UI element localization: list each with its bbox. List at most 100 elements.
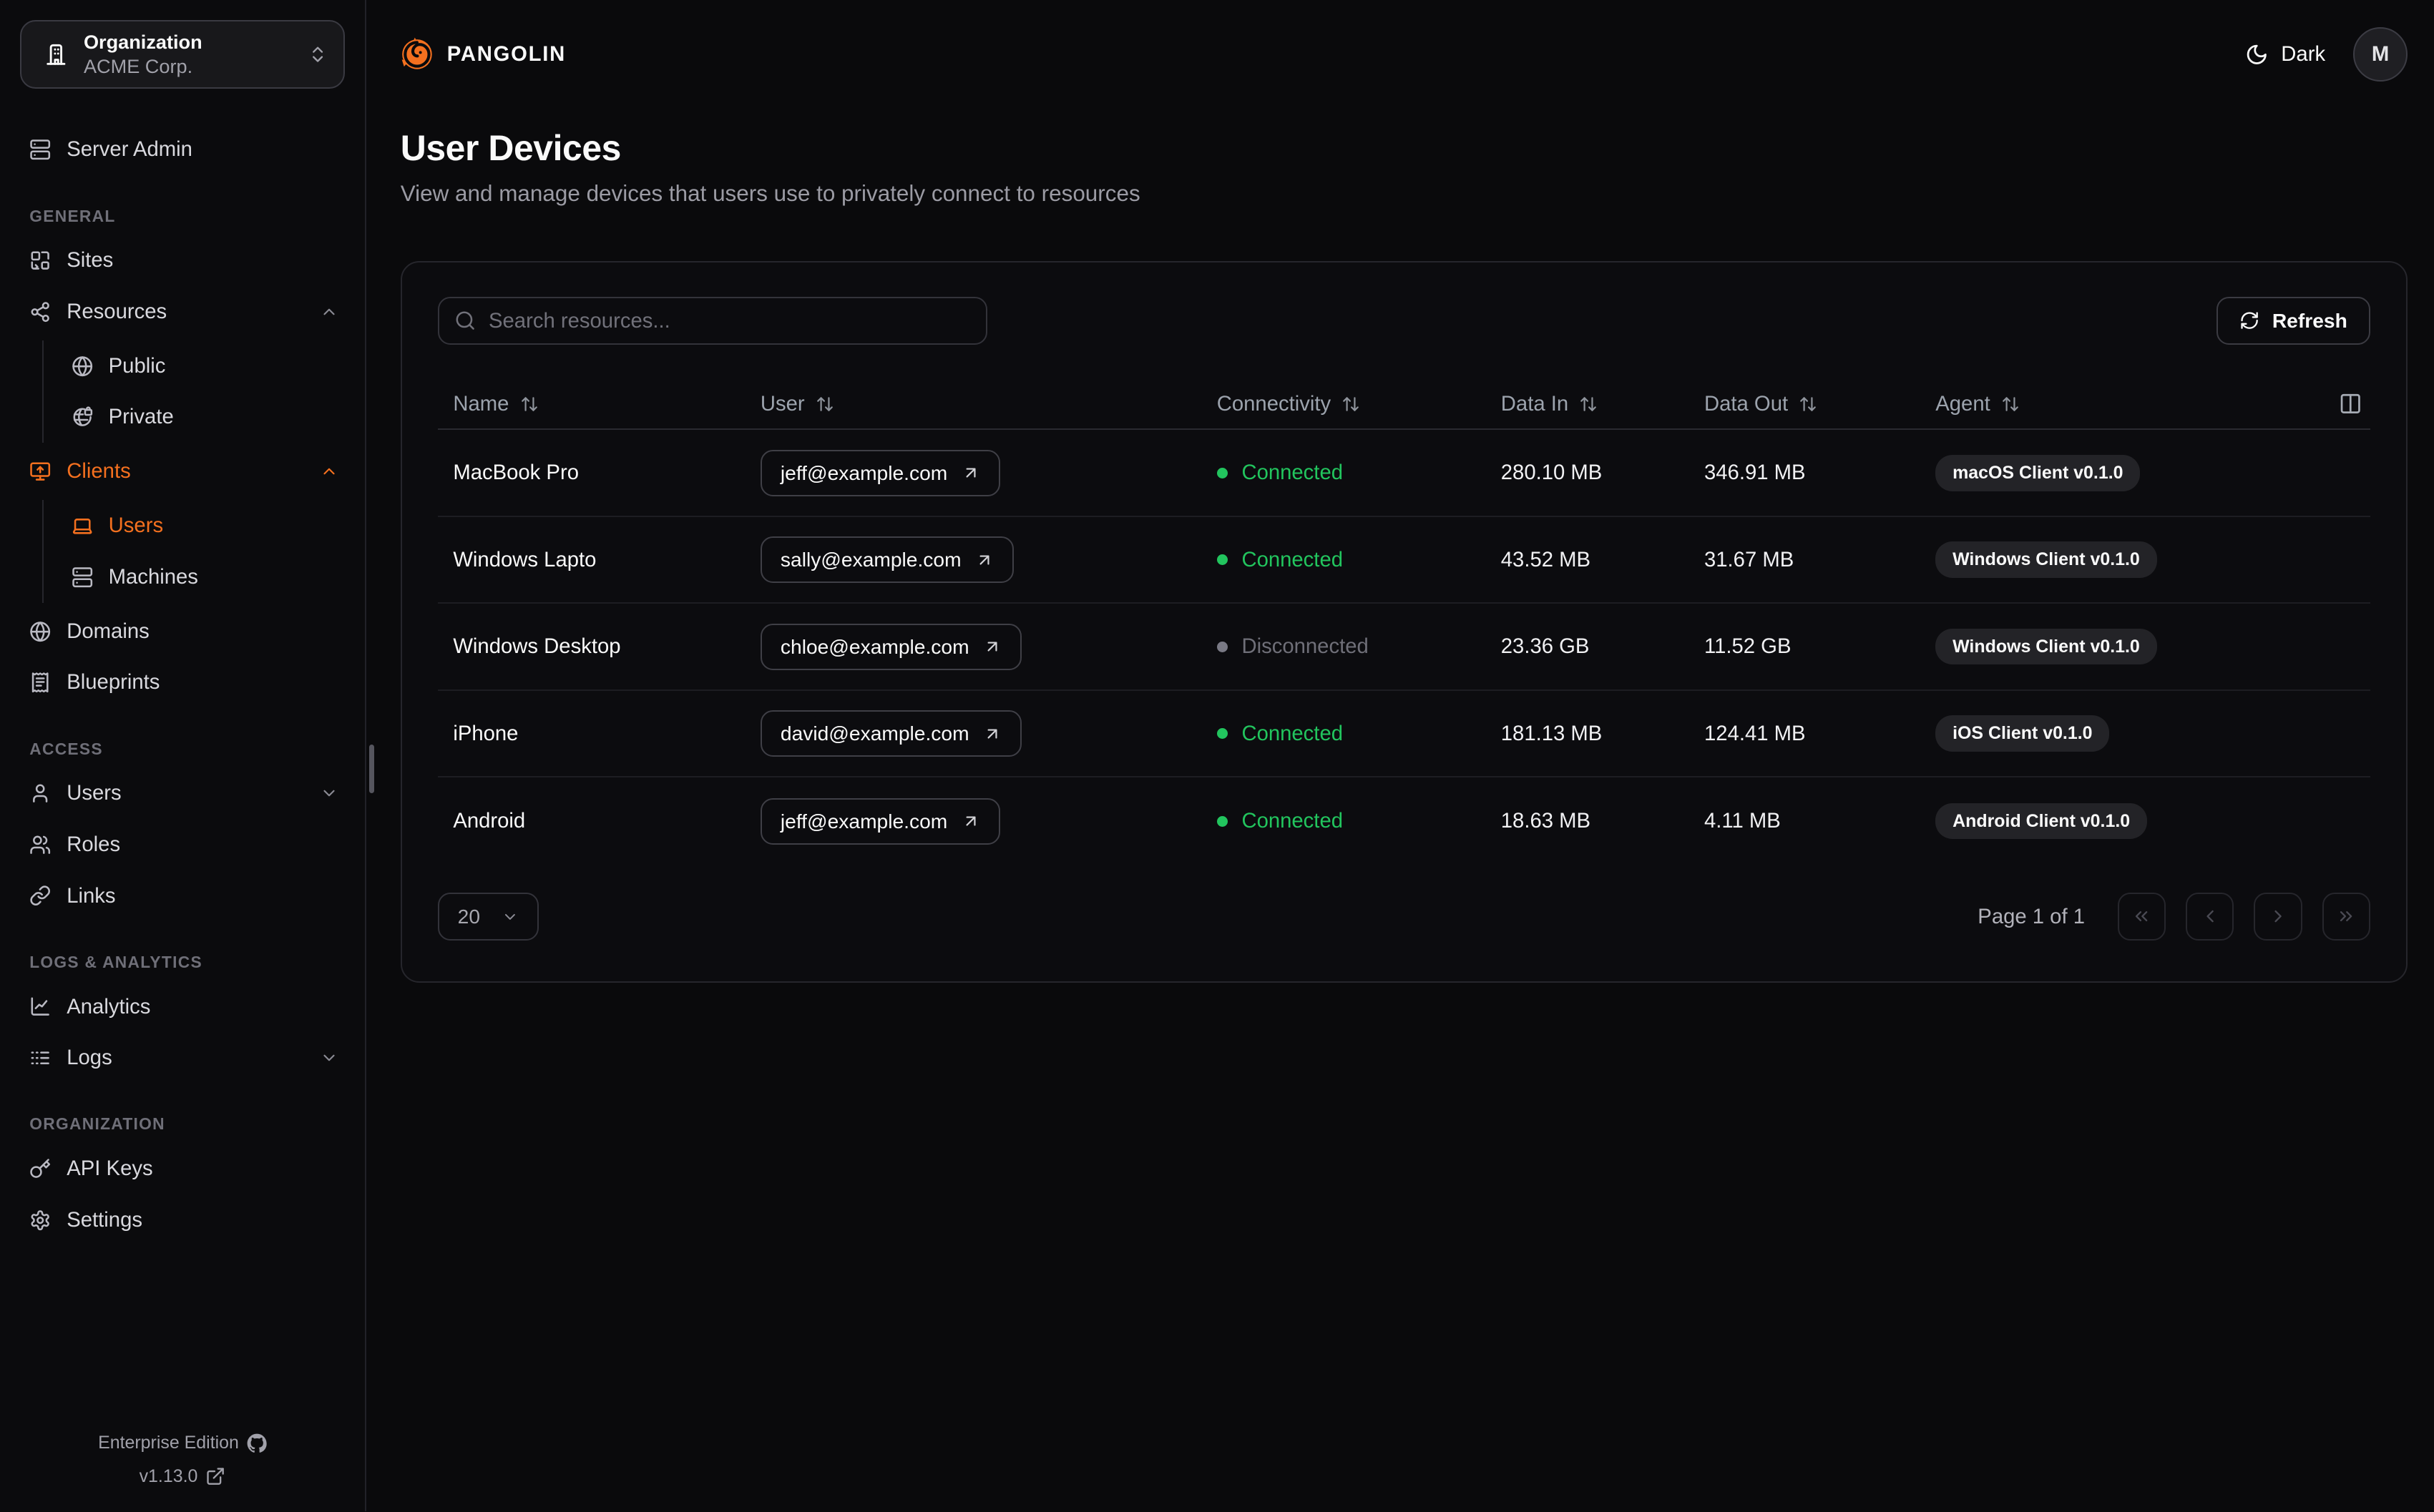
resources-subnav: Public Private [41, 340, 345, 443]
user-link-button[interactable]: jeff@example.com [760, 797, 1000, 845]
clients-subnav: Users Machines [41, 500, 345, 603]
sidebar-item-private[interactable]: Private [62, 392, 345, 443]
agent-badge: macOS Client v0.1.0 [1935, 454, 2141, 491]
sidebar-item-server-admin[interactable]: Server Admin [8, 124, 345, 176]
sidebar-item-label: Clients [67, 459, 131, 483]
brand[interactable]: PANGOLIN [399, 36, 566, 72]
avatar[interactable]: M [2353, 26, 2408, 82]
sidebar-item-machines[interactable]: Machines [62, 551, 345, 603]
moon-icon [2247, 44, 2267, 64]
agent-badge: Android Client v0.1.0 [1935, 802, 2148, 840]
sidebar-item-label: Public [108, 353, 166, 378]
sidebar-resize-handle[interactable] [369, 745, 374, 793]
status-dot [1216, 467, 1228, 478]
link-icon [30, 885, 51, 906]
chevron-down-icon [505, 913, 516, 920]
card-toolbar: Refresh [402, 296, 2406, 345]
data-in: 43.52 MB [1500, 547, 1591, 571]
column-header-data-in[interactable]: Data In [1485, 392, 1688, 416]
arrow-up-right-icon [987, 642, 997, 652]
sidebar-item-roles[interactable]: Roles [8, 819, 345, 870]
sidebar-item-label: Sites [67, 248, 114, 273]
sidebar-item-label: Machines [108, 564, 198, 589]
section-label-organization: ORGANIZATION [29, 1114, 165, 1134]
main-area: PANGOLIN Dark M User Devices View and ma… [366, 0, 2434, 1511]
server-icon [30, 139, 51, 160]
sidebar-item-clients[interactable]: Clients [8, 446, 345, 498]
agent-badge: Windows Client v0.1.0 [1935, 628, 2157, 665]
sidebar-item-analytics[interactable]: Analytics [8, 981, 345, 1033]
user-icon [33, 784, 48, 803]
user-link-button[interactable]: david@example.com [760, 710, 1022, 757]
column-header-data-out[interactable]: Data Out [1688, 392, 1920, 416]
edition-row[interactable]: Enterprise Edition [0, 1433, 365, 1453]
sidebar-item-label: Logs [67, 1046, 112, 1070]
sort-icon [521, 396, 537, 411]
brand-name: PANGOLIN [446, 41, 566, 66]
connectivity-status: Disconnected [1216, 634, 1369, 659]
first-page-button[interactable] [2117, 892, 2166, 941]
user-link-button[interactable]: jeff@example.com [760, 449, 1000, 496]
sort-icon [817, 396, 833, 411]
column-header-connectivity[interactable]: Connectivity [1201, 392, 1485, 416]
user-link-button[interactable]: sally@example.com [760, 536, 1015, 584]
agent-badge: Windows Client v0.1.0 [1935, 541, 2157, 578]
sidebar-item-clients-users[interactable]: Users [62, 500, 345, 551]
device-name: Android [453, 809, 526, 833]
sidebar-item-logs[interactable]: Logs [8, 1032, 345, 1084]
data-in: 181.13 MB [1500, 721, 1603, 745]
theme-toggle[interactable]: Dark [2245, 42, 2325, 67]
users-icon [30, 835, 51, 854]
status-dot [1216, 728, 1228, 740]
sort-icon [1580, 396, 1597, 411]
search-icon [456, 311, 475, 330]
column-header-user[interactable]: User [745, 392, 1201, 416]
column-header-agent[interactable]: Agent [1920, 392, 2371, 416]
arrow-up-right-icon [966, 816, 976, 826]
data-out: 11.52 GB [1704, 634, 1792, 659]
arrow-up-right-icon [987, 729, 997, 739]
sidebar-item-domains[interactable]: Domains [8, 606, 345, 657]
next-page-button[interactable] [2254, 892, 2302, 941]
version-row[interactable]: v1.13.0 [0, 1466, 365, 1487]
page-content: User Devices View and manage devices tha… [366, 109, 2434, 983]
refresh-button[interactable]: Refresh [2216, 296, 2371, 345]
sidebar-item-users[interactable]: Users [8, 768, 345, 820]
sidebar-item-settings[interactable]: Settings [8, 1194, 345, 1246]
table-row: Android jeff@example.com Connected 18.63… [438, 777, 2371, 864]
sidebar-item-label: Roles [67, 832, 121, 856]
column-header-name[interactable]: Name [438, 392, 746, 416]
data-in: 280.10 MB [1500, 461, 1603, 485]
edition-label: Enterprise Edition [98, 1433, 239, 1453]
page-info: Page 1 of 1 [1978, 904, 2085, 928]
sidebar-item-public[interactable]: Public [62, 340, 345, 392]
topbar: PANGOLIN Dark M [366, 0, 2434, 109]
sidebar-item-api-keys[interactable]: API Keys [8, 1143, 345, 1194]
previous-page-button[interactable] [2186, 892, 2234, 941]
sidebar-item-label: Users [67, 781, 122, 805]
user-link-button[interactable]: chloe@example.com [760, 623, 1022, 670]
resources-icon [31, 301, 50, 322]
section-label-general: GENERAL [29, 206, 116, 225]
sidebar-item-label: Settings [67, 1207, 142, 1232]
devices-table: Name User Connectivity Data In Data Out … [402, 379, 2406, 865]
last-page-button[interactable] [2322, 892, 2371, 941]
chevrons-left-icon [2135, 911, 2148, 922]
toggle-columns-button[interactable] [2333, 387, 2367, 421]
search-input[interactable] [489, 308, 970, 333]
sidebar-item-links[interactable]: Links [8, 870, 345, 922]
device-name: Windows Desktop [453, 634, 621, 659]
sidebar-item-label: Server Admin [67, 137, 192, 162]
gear-icon [31, 1209, 50, 1230]
globe-lock-icon [73, 406, 92, 427]
org-selector[interactable]: Organization ACME Corp. [20, 20, 345, 89]
page-size-select[interactable]: 20 [437, 892, 539, 941]
sidebar-item-resources[interactable]: Resources [8, 286, 345, 338]
section-label-access: ACCESS [29, 739, 103, 758]
sidebar-item-blueprints[interactable]: Blueprints [8, 657, 345, 709]
devices-card: Refresh Name User Conn [400, 261, 2408, 983]
sidebar-item-sites[interactable]: Sites [8, 235, 345, 287]
table-header-row: Name User Connectivity Data In Data Out … [437, 379, 2371, 431]
card-footer: 20 Page 1 of 1 [402, 865, 2406, 941]
data-out: 31.67 MB [1704, 547, 1794, 571]
